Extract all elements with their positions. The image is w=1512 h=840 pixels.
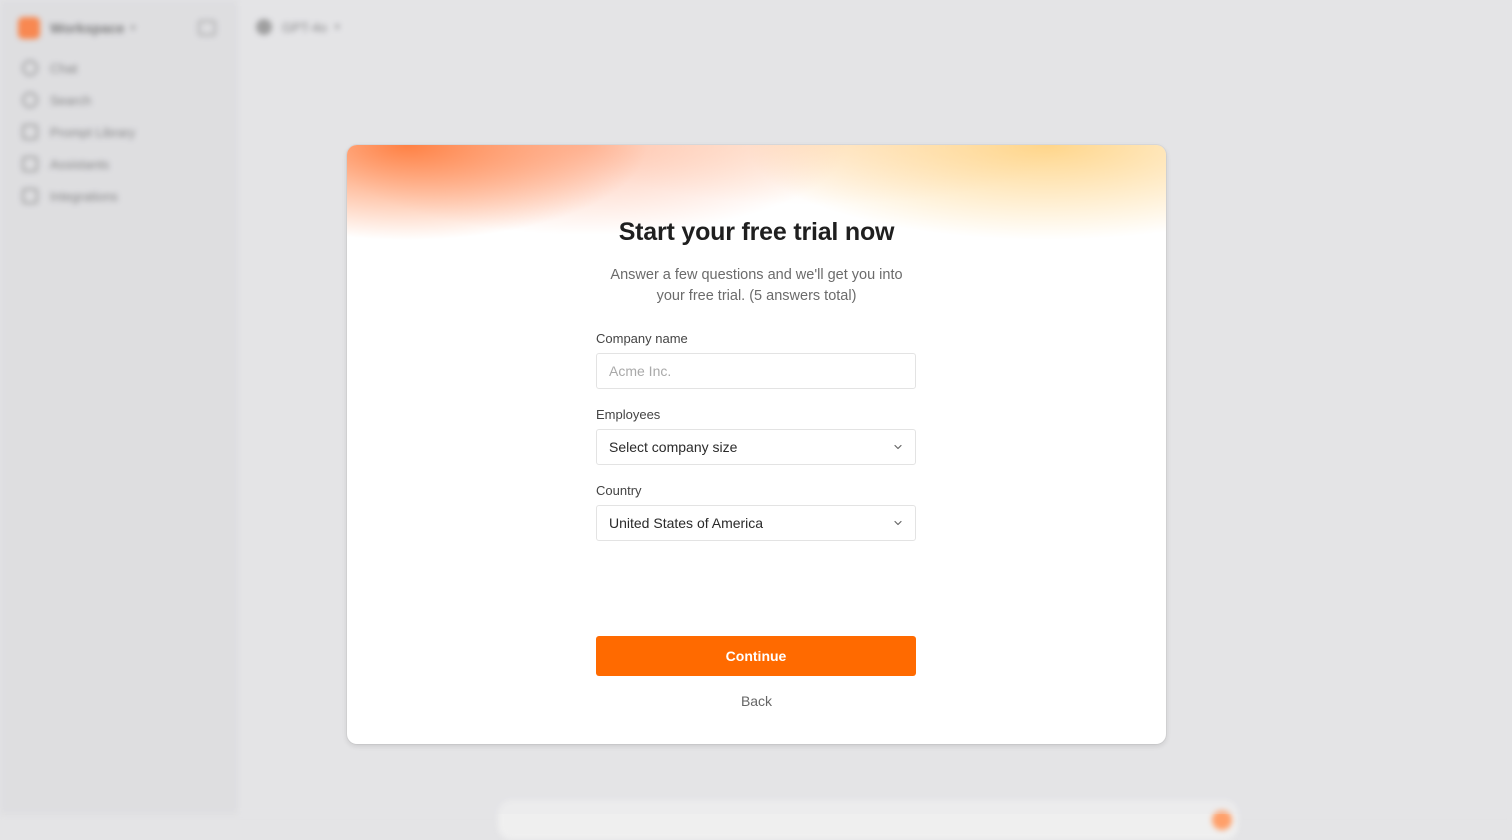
employees-label: Employees: [596, 407, 916, 422]
back-button: Back: [347, 693, 1166, 709]
country-selected-value: United States of America: [609, 515, 763, 531]
chevron-down-icon: [893, 518, 903, 528]
employees-select[interactable]: Select company size: [596, 429, 916, 465]
free-trial-modal: Start your free trial now Answer a few q…: [347, 145, 1166, 744]
chevron-down-icon: [893, 442, 903, 452]
country-label: Country: [596, 483, 916, 498]
employees-selected-value: Select company size: [609, 439, 737, 455]
modal-title: Start your free trial now: [347, 218, 1166, 247]
modal-subtitle: Answer a few questions and we'll get you…: [347, 265, 1166, 307]
back-link-label[interactable]: Back: [741, 693, 772, 709]
subtitle-line: your free trial. (5 answers total): [347, 286, 1166, 307]
country-select[interactable]: United States of America: [596, 505, 916, 541]
continue-button[interactable]: Continue: [596, 636, 916, 676]
employees-field: Employees Select company size: [596, 407, 916, 465]
country-field: Country United States of America: [596, 483, 916, 541]
company-name-input[interactable]: [596, 353, 916, 389]
company-name-field: Company name: [596, 331, 916, 389]
company-name-label: Company name: [596, 331, 916, 346]
subtitle-line: Answer a few questions and we'll get you…: [347, 265, 1166, 286]
